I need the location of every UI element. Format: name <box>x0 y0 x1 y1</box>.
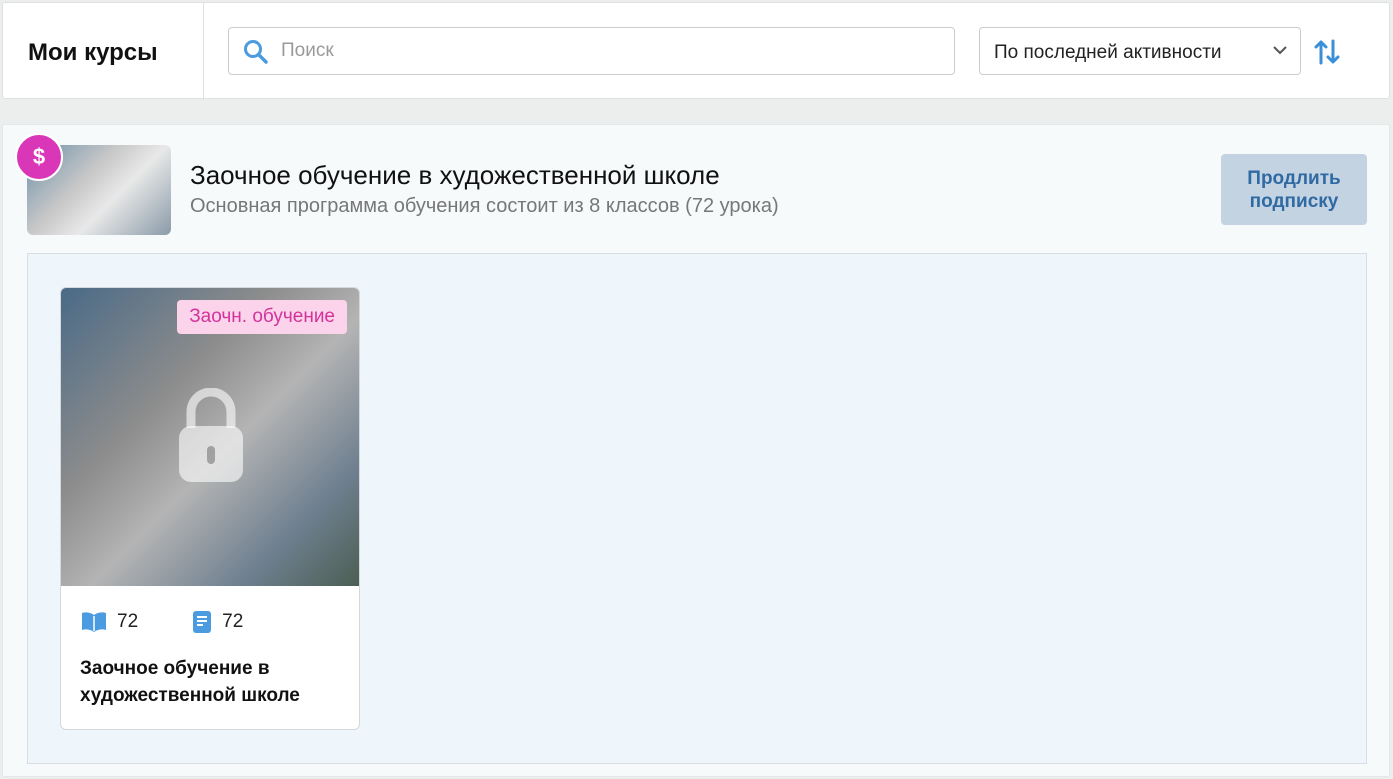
lock-icon <box>179 388 243 482</box>
header: Мои курсы По последней активности <box>2 2 1390 100</box>
lessons-count: 72 <box>117 611 139 632</box>
course-title: Заочное обучение в художественной школе <box>190 160 720 190</box>
subscription-dollar-icon: $ <box>15 133 63 181</box>
course-group: $ Заочное обучение в художественной школ… <box>2 124 1390 777</box>
course-list: Заочн. обучение 72 72 Заочное обучение в… <box>27 253 1367 764</box>
divider <box>203 3 204 100</box>
tasks-count: 72 <box>222 611 244 632</box>
course-card[interactable]: Заочн. обучение 72 72 Заочное обучение в… <box>60 287 360 730</box>
course-card-title[interactable]: Заочное обучение в художественной школе <box>80 655 350 709</box>
course-stats: 72 72 <box>81 610 243 634</box>
renew-subscription-button[interactable]: Продлить подписку <box>1221 154 1367 225</box>
search-field[interactable] <box>228 27 955 75</box>
sort-select[interactable]: По последней активности <box>979 27 1301 75</box>
search-input[interactable] <box>281 40 881 62</box>
chevron-down-icon <box>1273 46 1287 55</box>
document-icon <box>193 611 212 633</box>
course-subtitle: Основная программа обучения состоит из 8… <box>190 195 779 217</box>
sort-selected: По последней активности <box>994 42 1222 63</box>
sort-direction-icon[interactable] <box>1313 39 1343 65</box>
course-type-tag: Заочн. обучение <box>177 300 347 334</box>
search-icon <box>244 40 268 64</box>
page-title: Мои курсы <box>28 39 158 66</box>
book-icon <box>82 612 106 632</box>
